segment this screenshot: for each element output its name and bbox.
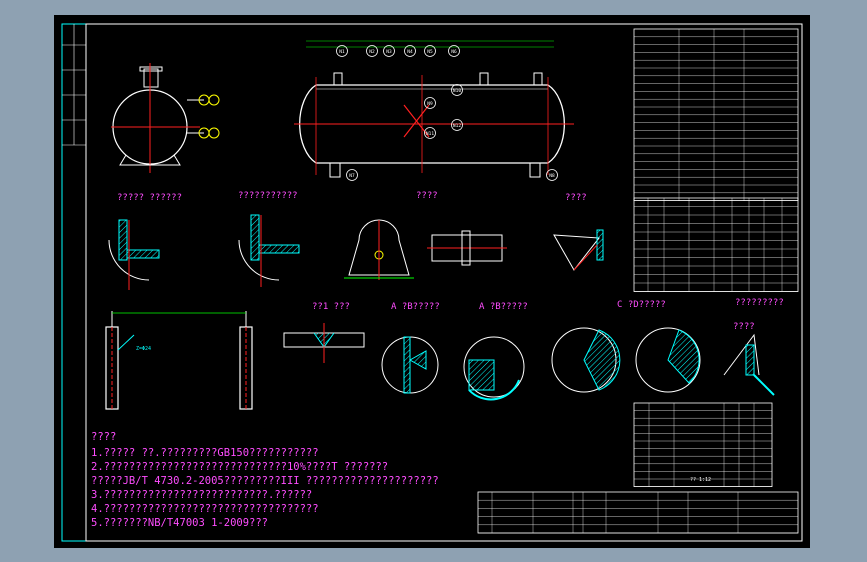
technical-notes: ???? 1.????? ??.?????????GB150??????????… (91, 431, 439, 529)
note-line-1: 1.????? ??.?????????GB150??????????? (91, 447, 319, 459)
note-line-5: 4.?????????????????????????????????? (91, 503, 319, 515)
saddle-elevation: Z=Φ24 (105, 311, 253, 410)
nozzle-balloon-label: N3 (386, 49, 392, 55)
saddle-detail (344, 219, 414, 280)
title-section-cd: C ?D????? (617, 300, 666, 310)
note-line-2: 2.?????????????????????????????10%????T … (91, 461, 388, 473)
nozzle-balloon-label: N11 (426, 131, 434, 137)
title-support-sub: ???? (733, 322, 755, 332)
nozzle-balloon: N10 (451, 84, 463, 96)
parts-list-table (633, 402, 773, 487)
nozzle-detail (553, 229, 604, 271)
plate-detail (427, 230, 507, 266)
nozzle-balloon-label: N12 (453, 123, 461, 129)
nozzle-balloon-label: N9 (427, 101, 433, 107)
table-stamp: ?? 1:12 (690, 477, 711, 483)
revision-strip (62, 24, 86, 146)
detail-circle-a2 (463, 336, 525, 401)
title-section-1: ??1 ??? (312, 302, 350, 312)
title-section-ab-1: A ?B????? (391, 302, 440, 312)
drawing-sheet: N1 N2 N3 N4 N5 N6 N7 N8 N9 N10 N11 N12 Z… (54, 15, 810, 548)
detail-circle-d (635, 327, 701, 393)
cad-viewport: N1 N2 N3 N4 N5 N6 N7 N8 N9 N10 N11 N12 Z… (0, 0, 867, 562)
note-line-6: 5.???????NB/T47003 1-2009??? (91, 517, 268, 529)
nozzle-balloon-label: N8 (549, 173, 555, 179)
support-detail (723, 333, 775, 396)
nozzle-markers: N1 N2 N3 N4 N5 N6 N7 N8 N9 N10 N11 N12 (336, 45, 558, 181)
nozzle-schedule-table (633, 197, 799, 292)
notes-heading: ???? (91, 431, 116, 443)
vessel-end-view (111, 63, 220, 173)
title-saddle: ???? (416, 191, 438, 201)
note-line-3: ?????JB/T 4730.2-2005?????????III ??????… (91, 475, 439, 487)
weld-section-1 (283, 323, 365, 363)
design-data-table (633, 28, 799, 202)
nozzle-balloon-label: N1 (339, 49, 345, 55)
nozzle-balloon-label: N10 (453, 88, 461, 94)
nozzle-balloon-label: N7 (349, 173, 355, 179)
nozzle-balloon: N7 (346, 169, 358, 181)
note-line-4: 3.??????????????????????????.?????? (91, 489, 312, 501)
weld-detail-2 (238, 214, 300, 287)
title-section-ab-2: A ?B????? (479, 302, 528, 312)
nozzle-balloon: N12 (451, 119, 463, 131)
title-weld-detail: ????? ?????? (117, 193, 182, 203)
title-block (477, 491, 799, 534)
nozzle-balloon: N11 (424, 127, 436, 139)
nozzle-balloon: N9 (424, 97, 436, 109)
vessel-side-view (294, 40, 574, 178)
detail-circle-a1 (381, 336, 439, 394)
saddle-label: Z=Φ24 (136, 346, 151, 352)
drawing-canvas: N1 N2 N3 N4 N5 N6 N7 N8 N9 N10 N11 N12 Z=Φ24 … (61, 23, 803, 542)
nozzle-balloon-label: N2 (369, 49, 375, 55)
title-nozzle: ???? (565, 193, 587, 203)
nozzle-balloon-label: N5 (427, 49, 433, 55)
title-weld-detail-2: ??????????? (238, 191, 298, 201)
nozzle-balloon-label: N6 (451, 49, 457, 55)
detail-circle-c (551, 327, 621, 393)
nozzle-balloon-label: N4 (407, 49, 413, 55)
title-support: ????????? (735, 298, 784, 308)
weld-detail-1 (108, 219, 160, 290)
